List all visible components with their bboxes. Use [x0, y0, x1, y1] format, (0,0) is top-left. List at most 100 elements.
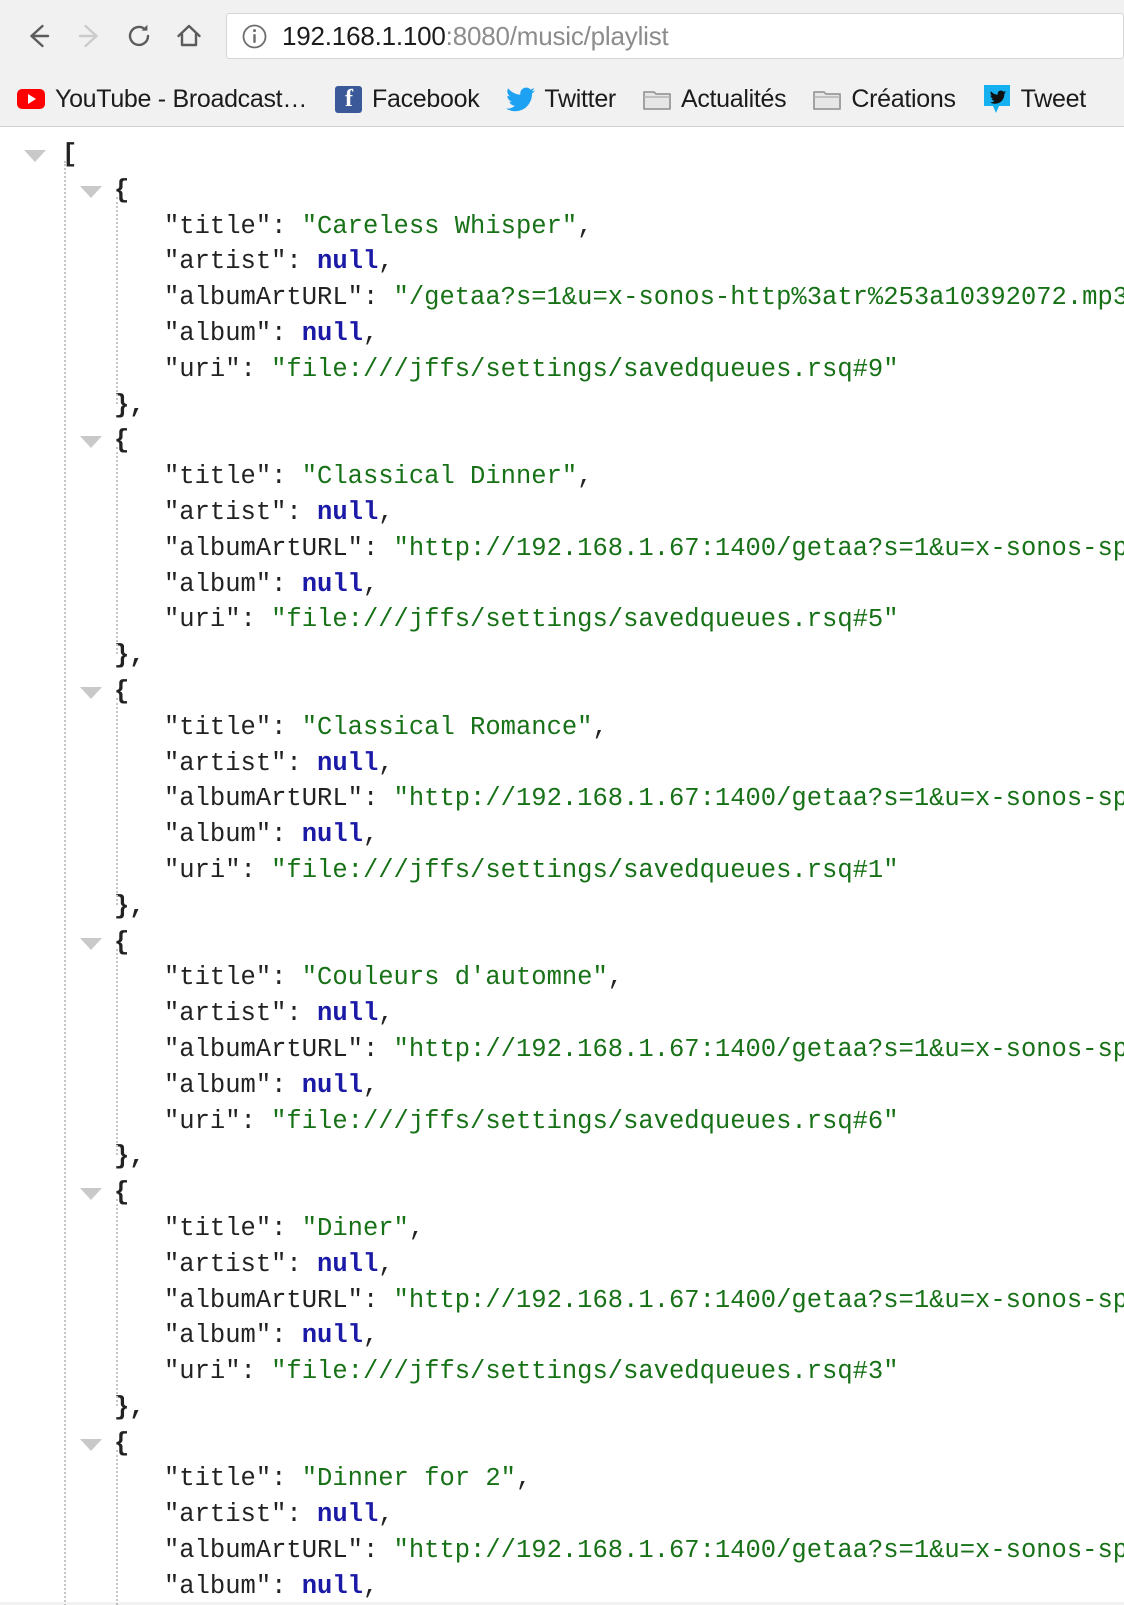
folder-glyph-icon — [643, 91, 671, 110]
json-token-brace: }, — [114, 1142, 145, 1172]
collapse-triangle-icon[interactable] — [24, 150, 46, 162]
json-line-text: "albumArtURL": "http://192.168.1.67:1400… — [164, 531, 1124, 567]
json-prop-uri: "uri": "file:///jffs/settings/savedqueue… — [0, 1354, 1124, 1390]
json-token-str: "file:///jffs/settings/savedqueues.rsq#3… — [271, 1357, 899, 1387]
json-token-punct: , — [362, 1321, 379, 1351]
json-token-str: "http://192.168.1.67:1400/getaa?s=1&u=x-… — [393, 784, 1124, 814]
json-token-key: "albumArtURL" — [164, 1285, 363, 1315]
json-line-text: "title": "Dinner for 2", — [164, 1461, 531, 1497]
json-token-str: "Dinner for 2" — [301, 1464, 516, 1494]
json-token-punct: : — [271, 1464, 302, 1494]
json-prop-album: "album": null, — [0, 567, 1124, 603]
reload-button[interactable] — [114, 11, 164, 61]
json-prop-album: "album": null, — [0, 817, 1124, 853]
json-token-null: null — [317, 999, 379, 1029]
json-token-key: "uri" — [164, 1106, 241, 1136]
json-guide-object — [116, 1449, 118, 1605]
json-prop-title: "title": "Couleurs d'automne", — [0, 960, 1124, 996]
json-line-text: "albumArtURL": "/getaa?s=1&u=x-sonos-htt… — [164, 280, 1124, 316]
url-text: 192.168.1.100:8080/music/playlist — [282, 21, 669, 52]
json-token-punct: : — [271, 1321, 302, 1351]
json-token-punct: : — [362, 1034, 394, 1064]
json-token-key: "albumArtURL" — [164, 283, 363, 313]
collapse-triangle-icon[interactable] — [80, 937, 102, 950]
json-token-key: "albumArtURL" — [164, 533, 363, 563]
json-token-key: "album" — [164, 318, 272, 348]
json-object-close: }, — [0, 1139, 1124, 1175]
json-token-punct: : — [362, 533, 394, 563]
json-object-open: { — [0, 1426, 1124, 1462]
json-guide-object — [116, 698, 118, 905]
json-token-key: "uri" — [164, 354, 241, 384]
json-line-text: "title": "Diner", — [164, 1211, 424, 1247]
tweetdeck-icon — [982, 84, 1012, 114]
json-token-key: "artist" — [164, 247, 287, 277]
url-host: 192.168.1.100 — [282, 20, 446, 51]
json-prop-uri: "uri": "file:///jffs/settings/savedqueue… — [0, 853, 1124, 889]
json-prop-albumarturl: "albumArtURL": "http://192.168.1.67:1400… — [0, 1283, 1124, 1319]
json-token-key: "title" — [164, 712, 272, 742]
json-token-punct: , — [378, 497, 394, 527]
bookmark-label: Facebook — [372, 84, 480, 113]
collapse-triangle-icon[interactable] — [80, 436, 102, 449]
json-object-open: { — [0, 1175, 1124, 1211]
back-button[interactable] — [14, 11, 64, 61]
json-line-text: "title": "Careless Whisper", — [164, 209, 593, 245]
json-prop-album: "album": null, — [0, 1068, 1124, 1104]
json-prop-albumarturl: "albumArtURL": "http://192.168.1.67:1400… — [0, 1032, 1124, 1068]
json-line-text: "title": "Classical Romance", — [164, 710, 608, 746]
json-line-text: "title": "Classical Dinner", — [164, 459, 593, 495]
json-token-brace: }, — [114, 390, 145, 420]
json-token-punct: : — [271, 712, 302, 742]
json-token-punct: , — [607, 963, 624, 993]
json-token-brace: }, — [114, 1392, 145, 1422]
address-bar[interactable]: 192.168.1.100:8080/music/playlist — [226, 13, 1124, 59]
json-prop-albumarturl: "albumArtURL": "http://192.168.1.67:1400… — [0, 781, 1124, 817]
bookmark-folder-creations[interactable]: Créations — [812, 79, 956, 119]
json-token-punct: : — [286, 1500, 318, 1530]
bookmark-youtube[interactable]: YouTube - Broadcast… — [16, 79, 307, 119]
json-prop-albumarturl: "albumArtURL": "http://192.168.1.67:1400… — [0, 1533, 1124, 1569]
json-token-punct: : — [271, 569, 302, 599]
json-line-text: "artist": null, — [164, 746, 394, 782]
site-info-icon[interactable] — [241, 23, 268, 50]
json-token-punct: : — [286, 1249, 318, 1279]
json-line-text: "uri": "file:///jffs/settings/savedqueue… — [164, 602, 899, 638]
json-prop-album: "album": null, — [0, 1318, 1124, 1354]
home-button[interactable] — [164, 11, 214, 61]
json-line-text: "album": null, — [164, 316, 378, 352]
bookmark-twitter[interactable]: Twitter — [505, 79, 616, 119]
bookmark-tweetdeck[interactable]: Tweet — [982, 79, 1086, 119]
json-line-text: "artist": null, — [164, 1497, 394, 1533]
json-token-punct: : — [240, 1357, 272, 1387]
json-prop-album: "album": null, — [0, 1569, 1124, 1605]
json-prop-title: "title": "Classical Dinner", — [0, 459, 1124, 495]
collapse-triangle-icon[interactable] — [80, 686, 102, 699]
json-prop-uri: "uri": "file:///jffs/settings/savedqueue… — [0, 602, 1124, 638]
json-token-key: "album" — [164, 569, 272, 599]
json-prop-artist: "artist": null, — [0, 1497, 1124, 1533]
json-token-key: "albumArtURL" — [164, 1536, 363, 1566]
collapse-triangle-icon[interactable] — [80, 185, 102, 198]
json-object-close: }, — [0, 388, 1124, 424]
json-token-punct: , — [378, 247, 394, 277]
json-token-key: "album" — [164, 1321, 272, 1351]
json-token-str: "file:///jffs/settings/savedqueues.rsq#6… — [271, 1106, 899, 1136]
json-token-punct: : — [240, 605, 272, 635]
page-content-area: [{"title": "Careless Whisper", "artist": … — [0, 127, 1124, 1605]
json-guide-object — [116, 1199, 118, 1406]
facebook-icon — [333, 84, 363, 114]
collapse-triangle-icon[interactable] — [80, 1188, 102, 1201]
json-token-str: "Classical Romance" — [301, 712, 593, 742]
bookmark-facebook[interactable]: Facebook — [333, 79, 480, 119]
json-token-brace: }, — [114, 641, 145, 671]
json-prop-title: "title": "Careless Whisper", — [0, 209, 1124, 245]
collapse-triangle-icon[interactable] — [80, 1438, 102, 1451]
forward-button[interactable] — [64, 11, 114, 61]
bookmark-folder-actualites[interactable]: Actualités — [642, 79, 787, 119]
json-token-null: null — [301, 820, 363, 850]
bookmark-label: Créations — [851, 84, 956, 113]
json-line-text: "title": "Couleurs d'automne", — [164, 960, 623, 996]
json-token-null: null — [317, 1500, 379, 1530]
json-prop-title: "title": "Dinner for 2", — [0, 1461, 1124, 1497]
